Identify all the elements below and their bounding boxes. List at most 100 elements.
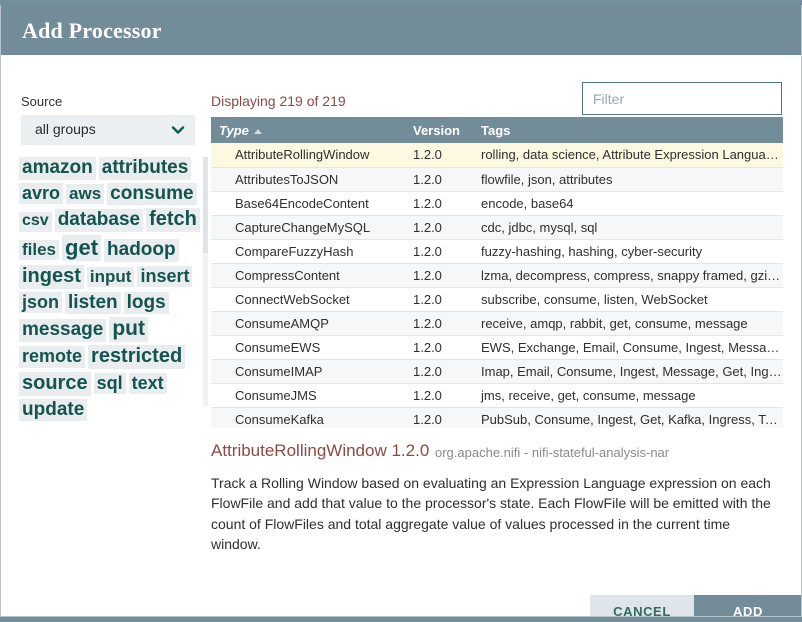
chevron-down-icon [171,123,185,137]
tag-cloud: amazonattributes avroawsconsume csvdatabas… [19,157,203,424]
column-header-tags[interactable]: Tags [473,117,783,143]
source-dropdown-value: all groups [35,121,96,137]
cell-tags: encode, base64 [473,191,783,215]
table-row[interactable]: CompareFuzzyHash1.2.0fuzzy-hashing, hash… [211,239,783,263]
cell-version: 1.2.0 [405,311,473,335]
tag-chip[interactable]: remote [19,346,85,368]
cell-tags: cdc, jdbc, mysql, sql [473,215,783,239]
cell-version: 1.2.0 [405,143,473,167]
table-row[interactable]: ConsumeKafka1.2.0PubSub, Consume, Ingest… [211,407,783,428]
tag-chip[interactable]: attributes [99,157,192,180]
cell-type: ConsumeKafka [211,407,405,428]
processor-table-container[interactable]: Type Version Tags AttributeRollingWindow… [211,117,783,428]
tag-chip[interactable]: avro [19,183,63,205]
screen: Add Processor Source all groups amazonat… [0,0,802,622]
result-count: Displaying 219 of 219 [211,93,346,109]
cell-version: 1.2.0 [405,335,473,359]
cell-type: ConsumeIMAP [211,359,405,383]
cell-type: CompareFuzzyHash [211,239,405,263]
tag-chip[interactable]: logs [124,292,169,315]
tag-chip[interactable]: listen [65,292,121,315]
table-body: AttributeRollingWindow1.2.0rolling, data… [211,143,783,428]
cell-type: CaptureChangeMySQL [211,215,405,239]
tag-chip[interactable]: json [19,292,62,314]
cell-type: ConsumeJMS [211,383,405,407]
tag-chip[interactable]: put [109,317,148,342]
tag-chip[interactable]: csv [19,212,52,231]
cell-tags: fuzzy-hashing, hashing, cyber-security [473,239,783,263]
tag-chip[interactable]: aws [66,184,104,204]
tag-chip[interactable]: amazon [19,157,96,180]
tag-chip[interactable]: hadoop [104,239,179,262]
cell-tags: Imap, Email, Consume, Ingest, Message, G… [473,359,783,383]
tag-cloud-scrollbar-thumb[interactable] [203,157,208,253]
cell-tags: subscribe, consume, listen, WebSocket [473,287,783,311]
cancel-button[interactable]: CANCEL [590,595,694,617]
table-row[interactable]: ConsumeAMQP1.2.0receive, amqp, rabbit, g… [211,311,783,335]
filter-field[interactable] [582,82,782,115]
cell-type: Base64EncodeContent [211,191,405,215]
cell-version: 1.2.0 [405,359,473,383]
table-row[interactable]: AttributeRollingWindow1.2.0rolling, data… [211,143,783,167]
cell-version: 1.2.0 [405,167,473,191]
tag-chip[interactable]: source [19,372,91,396]
column-header-type-label: Type [219,123,249,138]
table-row[interactable]: ConsumeJMS1.2.0jms, receive, get, consum… [211,383,783,407]
tag-chip[interactable]: ingest [19,265,84,289]
cell-version: 1.2.0 [405,215,473,239]
table-row[interactable]: ConnectWebSocket1.2.0subscribe, consume,… [211,287,783,311]
column-header-type[interactable]: Type [211,117,405,143]
tag-chip[interactable]: insert [137,266,192,288]
detail-subtitle: org.apache.nifi - nifi-stateful-analysis… [435,445,669,460]
cell-version: 1.2.0 [405,263,473,287]
cell-type: AttributeRollingWindow [211,143,405,167]
table-row[interactable]: Base64EncodeContent1.2.0encode, base64 [211,191,783,215]
add-processor-dialog: Add Processor Source all groups amazonat… [0,5,802,617]
cell-type: ConsumeAMQP [211,311,405,335]
cell-tags: lzma, decompress, compress, snappy frame… [473,263,783,287]
tag-chip[interactable]: get [62,235,101,261]
cell-type: ConsumeEWS [211,335,405,359]
table-row[interactable]: CompressContent1.2.0lzma, decompress, co… [211,263,783,287]
cell-tags: rolling, data science, Attribute Express… [473,143,783,167]
cell-version: 1.2.0 [405,407,473,428]
cell-tags: PubSub, Consume, Ingest, Get, Kafka, Ing… [473,407,783,428]
detail-title: AttributeRollingWindow 1.2.0 [211,441,429,461]
page-title: Add Processor [22,18,162,44]
detail-description: Track a Rolling Window based on evaluati… [211,473,783,554]
tag-chip[interactable]: files [19,240,59,260]
search-input[interactable] [583,83,781,114]
tag-chip[interactable]: consume [107,183,196,206]
table-row[interactable]: ConsumeIMAP1.2.0Imap, Email, Consume, In… [211,359,783,383]
tag-chip[interactable]: fetch [146,208,200,232]
column-header-version[interactable]: Version [405,117,473,143]
cell-version: 1.2.0 [405,287,473,311]
cell-tags: jms, receive, get, consume, message [473,383,783,407]
tag-chip[interactable]: text [129,373,167,395]
sort-ascending-icon [254,129,262,134]
cell-type: ConnectWebSocket [211,287,405,311]
source-dropdown[interactable]: all groups [21,115,195,145]
table-row[interactable]: AttributesToJSON1.2.0flowfile, json, att… [211,167,783,191]
cell-type: AttributesToJSON [211,167,405,191]
cell-type: CompressContent [211,263,405,287]
cell-version: 1.2.0 [405,383,473,407]
cell-tags: EWS, Exchange, Email, Consume, Ingest, M… [473,335,783,359]
tag-chip[interactable]: restricted [88,345,185,369]
processor-table: Type Version Tags AttributeRollingWindow… [211,117,783,428]
table-header-row: Type Version Tags [211,117,783,143]
tag-chip[interactable]: sql [94,373,126,395]
cell-version: 1.2.0 [405,239,473,263]
cell-tags: receive, amqp, rabbit, get, consume, mes… [473,311,783,335]
cell-tags: flowfile, json, attributes [473,167,783,191]
tag-chip[interactable]: database [55,209,143,232]
tag-chip[interactable]: input [87,267,135,287]
tag-chip[interactable]: update [19,399,87,422]
add-button[interactable]: ADD [694,595,802,617]
source-label: Source [21,94,62,109]
tag-chip[interactable]: message [19,319,106,342]
dialog-header: Add Processor [1,5,802,55]
table-row[interactable]: ConsumeEWS1.2.0EWS, Exchange, Email, Con… [211,335,783,359]
table-header: Type Version Tags [211,117,783,143]
table-row[interactable]: CaptureChangeMySQL1.2.0cdc, jdbc, mysql,… [211,215,783,239]
